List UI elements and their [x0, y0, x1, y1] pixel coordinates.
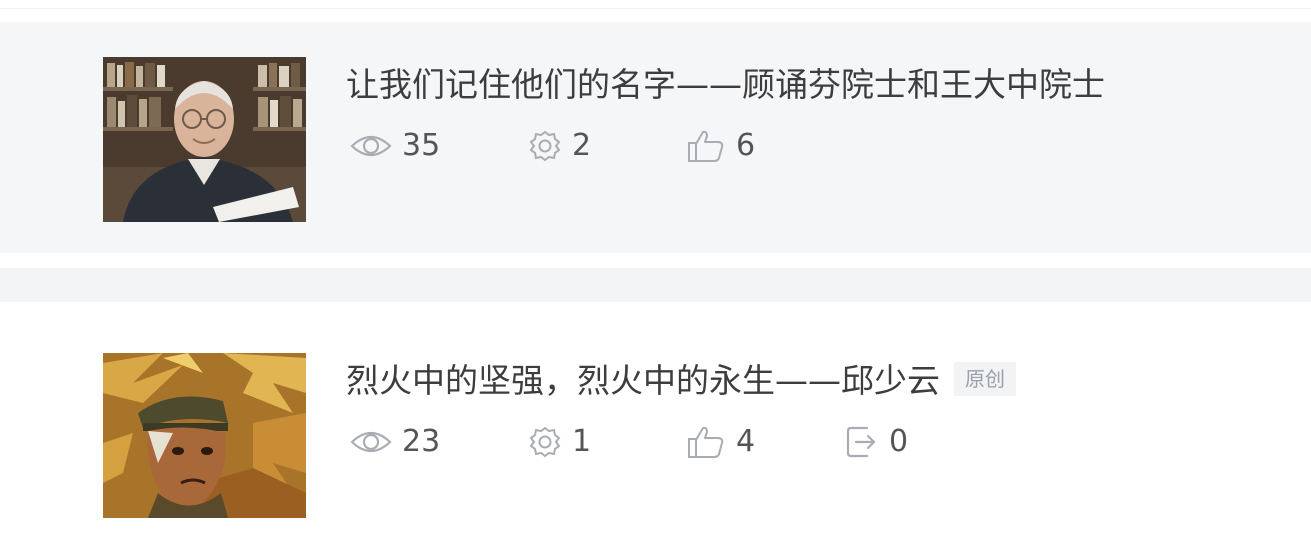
view-count: 23: [350, 422, 440, 462]
share-count-value: 0: [889, 424, 909, 459]
like-count-value: 6: [736, 128, 756, 163]
comment-count-value: 2: [572, 128, 592, 163]
share-count[interactable]: 0: [845, 422, 908, 462]
portrait-image: [103, 57, 306, 222]
article-title[interactable]: 让我们记住他们的名字——顾诵芬院士和王大中院士: [346, 64, 1105, 106]
article-title-text[interactable]: 烈火中的坚强，烈火中的永生——邱少云: [346, 361, 940, 400]
article-thumbnail[interactable]: [103, 353, 306, 518]
like-count-value: 4: [736, 424, 756, 459]
view-count-value: 23: [402, 424, 441, 459]
top-divider: [0, 0, 1311, 9]
eye-icon: [350, 431, 392, 453]
article-card[interactable]: 烈火中的坚强，烈火中的永生——邱少云 原创 23 1 4 0: [0, 318, 1311, 545]
eye-icon: [350, 135, 392, 157]
like-count[interactable]: 4: [686, 422, 755, 462]
view-count: 35: [350, 126, 440, 166]
thumbs-up-icon: [688, 426, 724, 458]
article-title[interactable]: 烈火中的坚强，烈火中的永生——邱少云 原创: [346, 360, 1016, 402]
article-card[interactable]: 让我们记住他们的名字——顾诵芬院士和王大中院士 35 2 6: [0, 22, 1311, 253]
painting-image: [103, 353, 306, 518]
comment-icon: [529, 130, 561, 162]
article-thumbnail[interactable]: [103, 57, 306, 222]
card-separator: [0, 268, 1311, 302]
view-count-value: 35: [402, 128, 441, 163]
like-count[interactable]: 6: [686, 126, 755, 166]
comment-count[interactable]: 1: [528, 422, 591, 462]
original-badge: 原创: [954, 361, 1016, 396]
share-icon: [846, 426, 876, 458]
comment-count-value: 1: [572, 424, 592, 459]
thumbs-up-icon: [688, 130, 724, 162]
comment-count[interactable]: 2: [528, 126, 591, 166]
comment-icon: [529, 426, 561, 458]
